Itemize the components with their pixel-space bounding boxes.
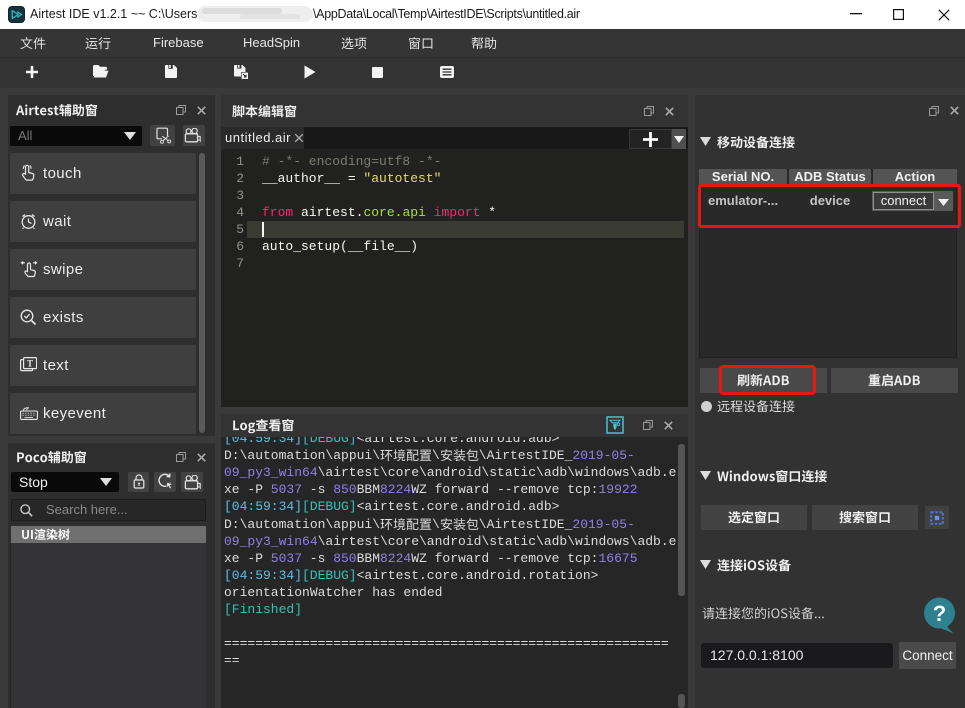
svg-text:?: ? [933,601,946,626]
svg-text:T: T [27,359,33,369]
